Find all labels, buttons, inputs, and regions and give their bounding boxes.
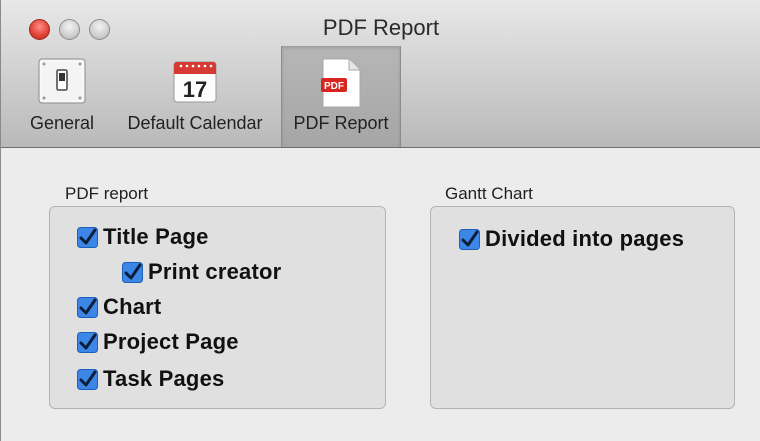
task-pages-label: Task Pages [103,366,225,391]
toolbar-item-general[interactable]: General [15,46,109,147]
toolbar-item-default-calendar[interactable]: 17 Default Calendar [109,46,281,147]
pdf-report-group-title: PDF report [65,184,149,203]
gantt-chart-group-title: Gantt Chart [445,184,533,203]
print-creator-checkbox[interactable]: Print creator [122,259,281,285]
toolbar-label-general: General [29,113,95,133]
calendar-day: 17 [183,77,207,102]
title-page-checkbox[interactable]: Title Page [77,224,209,250]
print-creator-label: Print creator [148,259,282,284]
checkbox-checked-icon [122,261,143,283]
project-page-checkbox[interactable]: Project Page [77,329,239,355]
title-bar: PDF Report General 17 Default Calendar P… [1,0,760,148]
project-page-label: Project Page [103,329,239,354]
checkbox-checked-icon [77,296,98,318]
task-pages-checkbox[interactable]: Task Pages [77,366,224,392]
checkbox-checked-icon [77,368,98,390]
checkbox-checked-icon [77,331,98,353]
divided-into-pages-checkbox[interactable]: Divided into pages [459,226,684,252]
toolbar-label-default-calendar: Default Calendar [127,113,263,133]
pdf-document-icon: PDF [319,58,363,113]
toolbar-label-pdf-report: PDF Report [293,113,389,133]
window-title: PDF Report [322,15,440,40]
pdf-badge: PDF [324,81,344,92]
title-page-label: Title Page [103,224,209,249]
preferences-window: PDF Report General 17 Default Calendar P… [0,0,760,441]
divided-into-pages-label: Divided into pages [485,226,685,251]
toolbar-item-pdf-report[interactable]: PDF PDF Report [281,46,401,147]
preferences-content: PDF report Title Page Print creator Char… [1,148,760,441]
calendar-icon: 17 [172,58,218,109]
switch-icon [38,58,86,109]
checkbox-checked-icon [77,226,98,248]
preferences-toolbar: General 17 Default Calendar PDF PDF Repo… [15,46,401,147]
checkbox-checked-icon [459,228,480,250]
chart-label: Chart [103,294,162,319]
chart-checkbox[interactable]: Chart [77,294,161,320]
